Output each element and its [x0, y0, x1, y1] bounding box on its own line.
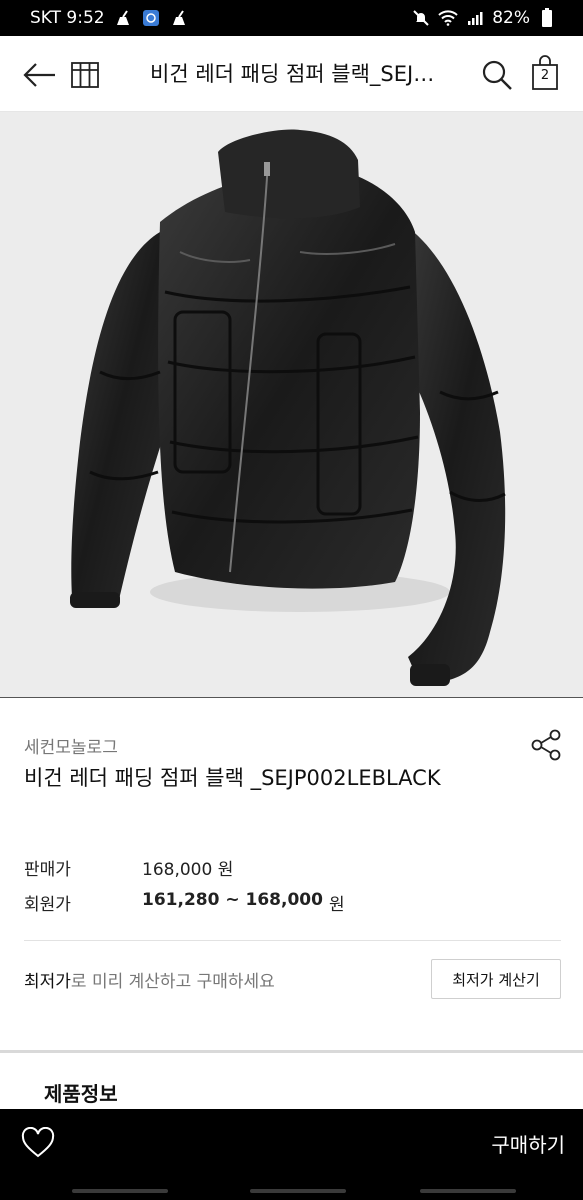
- home-button[interactable]: [68, 56, 102, 94]
- member-price-row: 회원가 161,280 ~ 168,000 원: [24, 890, 345, 915]
- page-title: 비건 레더 패딩 점퍼 블랙_SEJP002LEBLACK: [150, 62, 440, 86]
- cart-count-badge: 2: [540, 68, 550, 83]
- carrier-time: SKT 9:52: [30, 8, 105, 28]
- member-price-unit: 원: [328, 895, 345, 915]
- app-header: 비건 레더 패딩 점퍼 블랙_SEJP002LEBLACK 2: [0, 36, 583, 112]
- lowest-price-calculator-button[interactable]: 최저가 계산기: [431, 959, 561, 999]
- search-icon: [482, 60, 512, 90]
- heart-icon: [21, 1126, 55, 1158]
- member-price-label: 회원가: [24, 895, 71, 915]
- nav-indicator: [72, 1189, 168, 1193]
- broom-icon-2: [169, 8, 189, 28]
- nav-indicator: [420, 1189, 516, 1193]
- bottom-action-bar: 구매하기: [0, 1109, 583, 1200]
- product-name: 비건 레더 패딩 점퍼 블랙 _SEJP002LEBLACK: [24, 766, 441, 790]
- wishlist-button[interactable]: [20, 1126, 58, 1163]
- home-icon: [71, 62, 99, 88]
- cart-button[interactable]: 2: [528, 54, 562, 94]
- member-price-value: 161,280 ~ 168,000: [142, 890, 323, 910]
- sale-price-label: 판매가: [24, 860, 71, 880]
- broom-icon: [113, 8, 133, 28]
- brand-name[interactable]: 세컨모놀로그: [24, 733, 118, 758]
- battery-icon: [537, 8, 557, 28]
- divider: [24, 940, 561, 941]
- status-bar: SKT 9:52 82%: [0, 0, 583, 36]
- status-left: SKT 9:52: [30, 8, 189, 28]
- lowest-price-lead: 최저가: [24, 972, 71, 992]
- back-button[interactable]: [20, 56, 58, 94]
- back-arrow-icon: [23, 63, 55, 87]
- jacket-illustration: [70, 129, 506, 686]
- sale-price-row: 판매가 168,000 원: [24, 855, 233, 880]
- app-notification-icon: [141, 8, 161, 28]
- nav-indicator: [250, 1189, 346, 1193]
- lowest-price-prompt: 최저가로 미리 계산하고 구매하세요: [24, 967, 275, 992]
- buy-button[interactable]: 구매하기: [450, 1129, 565, 1161]
- mute-icon: [411, 8, 431, 28]
- share-icon: [531, 729, 561, 761]
- wifi-icon: [438, 8, 458, 28]
- share-button[interactable]: [530, 728, 564, 762]
- signal-icon: [465, 8, 485, 28]
- section-separator: [0, 1050, 583, 1053]
- status-right: 82%: [411, 8, 557, 28]
- search-button[interactable]: [478, 56, 516, 94]
- product-image[interactable]: [0, 112, 583, 698]
- sale-price-value: 168,000 원: [142, 860, 234, 880]
- battery-text: 82%: [492, 8, 530, 28]
- lowest-price-rest: 로 미리 계산하고 구매하세요: [70, 972, 275, 992]
- product-info-section-title[interactable]: 제품정보: [44, 1078, 118, 1107]
